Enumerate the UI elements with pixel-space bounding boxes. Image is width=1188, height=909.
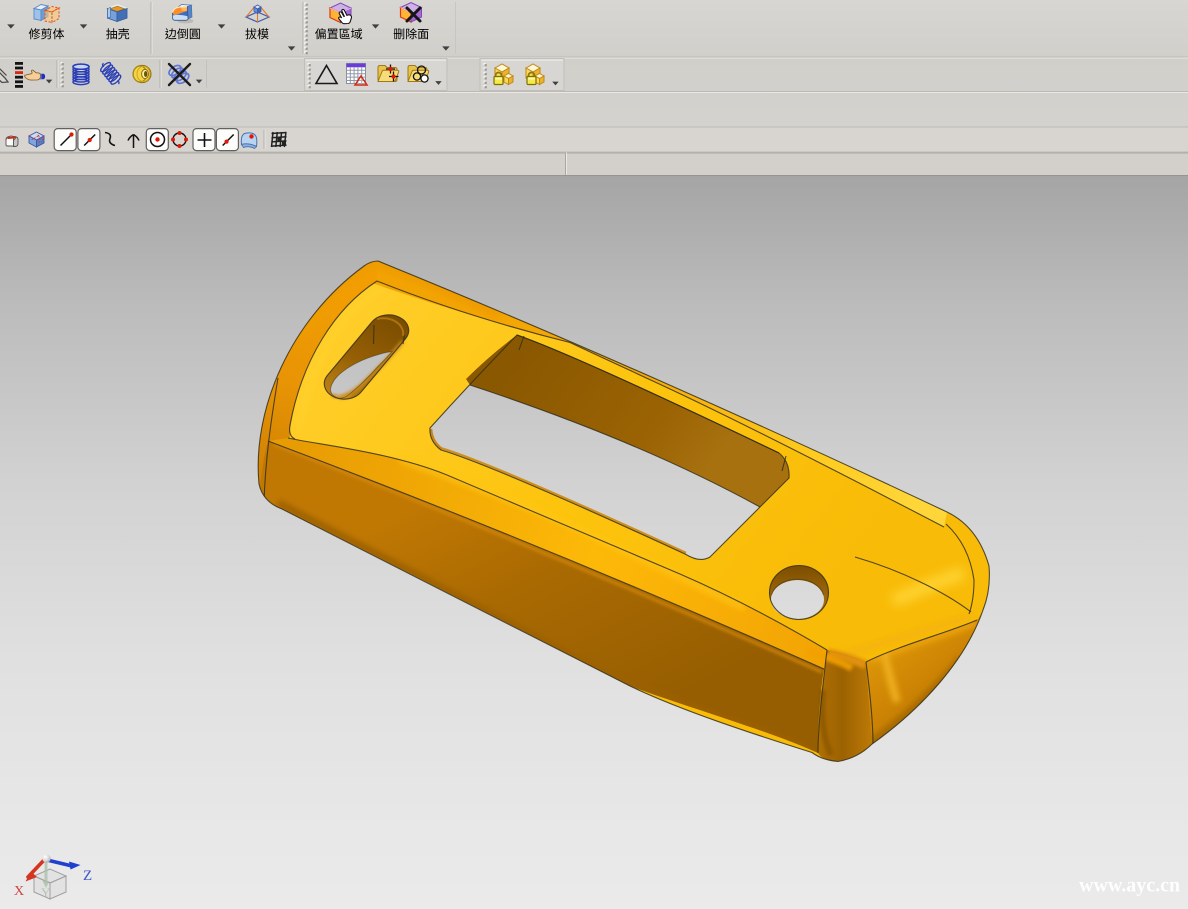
svg-text:www.ayc.cn: www.ayc.cn	[1079, 875, 1180, 897]
svg-text:Y: Y	[41, 885, 51, 900]
svg-text:Z: Z	[83, 868, 92, 884]
svg-text:X: X	[14, 884, 24, 899]
